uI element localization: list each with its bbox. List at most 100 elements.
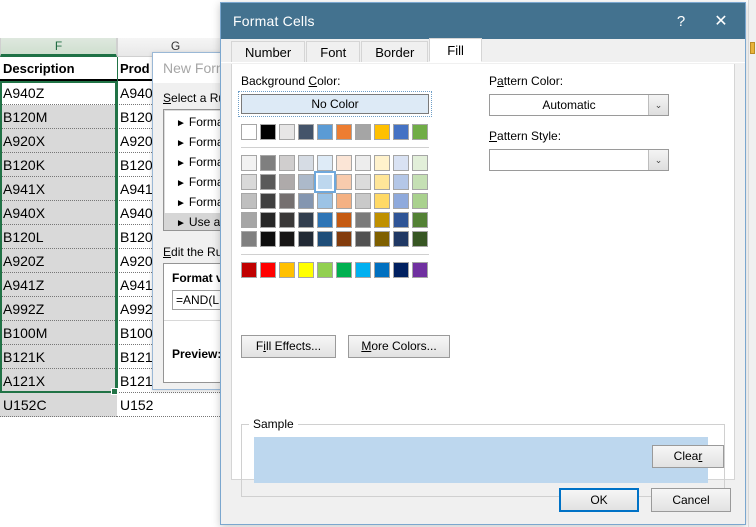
table-row[interactable]: A941Z xyxy=(0,273,117,297)
color-swatch[interactable] xyxy=(393,231,409,247)
color-swatch[interactable] xyxy=(241,193,257,209)
tab-font[interactable]: Font xyxy=(306,41,361,62)
color-swatch[interactable] xyxy=(241,174,257,190)
color-swatch[interactable] xyxy=(279,231,295,247)
color-swatch[interactable] xyxy=(260,193,276,209)
color-swatch[interactable] xyxy=(336,193,352,209)
table-row[interactable]: B120M xyxy=(0,105,117,129)
clear-button[interactable]: Clear xyxy=(652,445,724,468)
color-swatch[interactable] xyxy=(412,212,428,228)
color-swatch[interactable] xyxy=(374,212,390,228)
color-swatch[interactable] xyxy=(393,174,409,190)
table-row[interactable]: A992Z xyxy=(0,297,117,321)
color-swatch[interactable] xyxy=(355,262,371,278)
table-row[interactable]: B121K xyxy=(0,345,117,369)
color-swatch[interactable] xyxy=(393,155,409,171)
table-row[interactable]: U152C xyxy=(0,393,117,417)
color-swatch[interactable] xyxy=(279,262,295,278)
color-swatch[interactable] xyxy=(317,212,333,228)
color-swatch[interactable] xyxy=(298,212,314,228)
color-swatch[interactable] xyxy=(393,262,409,278)
color-swatch[interactable] xyxy=(279,212,295,228)
color-swatch[interactable] xyxy=(412,174,428,190)
color-swatch[interactable] xyxy=(241,231,257,247)
color-swatch[interactable] xyxy=(260,212,276,228)
color-swatch[interactable] xyxy=(298,155,314,171)
color-swatch[interactable] xyxy=(260,155,276,171)
color-swatch[interactable] xyxy=(260,231,276,247)
color-swatch[interactable] xyxy=(298,193,314,209)
color-swatch[interactable] xyxy=(355,231,371,247)
table-row[interactable]: U152 xyxy=(117,393,234,417)
color-swatch[interactable] xyxy=(336,124,352,140)
color-swatch[interactable] xyxy=(393,124,409,140)
color-swatch[interactable] xyxy=(355,155,371,171)
color-swatch[interactable] xyxy=(279,155,295,171)
color-swatch[interactable] xyxy=(317,124,333,140)
color-swatch[interactable] xyxy=(336,231,352,247)
color-swatch[interactable] xyxy=(298,124,314,140)
color-swatch[interactable] xyxy=(374,174,390,190)
color-swatch[interactable] xyxy=(317,193,333,209)
format-cells-dialog[interactable]: Format Cells ? ✕ Number Font Border Fill… xyxy=(220,2,746,525)
color-swatch[interactable] xyxy=(374,231,390,247)
cell-f-header[interactable]: Description xyxy=(0,57,117,81)
cancel-button[interactable]: Cancel xyxy=(651,488,731,512)
chevron-down-icon[interactable]: ⌄ xyxy=(648,95,668,115)
tab-fill[interactable]: Fill xyxy=(429,38,482,62)
color-swatch[interactable] xyxy=(317,231,333,247)
more-colors-button[interactable]: More Colors... xyxy=(348,335,450,358)
table-row[interactable]: A920X xyxy=(0,129,117,153)
table-row[interactable]: B120K xyxy=(0,153,117,177)
color-swatch[interactable] xyxy=(355,174,371,190)
color-swatch[interactable] xyxy=(336,262,352,278)
color-swatch[interactable] xyxy=(260,262,276,278)
color-swatch[interactable] xyxy=(298,262,314,278)
color-swatch[interactable] xyxy=(298,231,314,247)
color-swatch[interactable] xyxy=(279,174,295,190)
no-color-button[interactable]: No Color xyxy=(238,91,432,117)
color-swatch[interactable] xyxy=(336,212,352,228)
fill-effects-button[interactable]: Fill Effects... xyxy=(241,335,336,358)
color-swatch[interactable] xyxy=(374,124,390,140)
color-swatch[interactable] xyxy=(298,174,314,190)
color-swatch[interactable] xyxy=(260,124,276,140)
chevron-down-icon[interactable]: ⌄ xyxy=(648,150,668,170)
color-swatch[interactable] xyxy=(412,124,428,140)
color-swatch-selected[interactable] xyxy=(314,171,336,193)
color-swatch[interactable] xyxy=(260,174,276,190)
color-swatch[interactable] xyxy=(412,262,428,278)
color-swatch[interactable] xyxy=(374,155,390,171)
color-swatch[interactable] xyxy=(241,155,257,171)
ok-button[interactable]: OK xyxy=(559,488,639,512)
tab-number[interactable]: Number xyxy=(231,41,306,62)
table-row[interactable]: A940Z xyxy=(0,81,117,105)
table-row[interactable]: A941X xyxy=(0,177,117,201)
color-swatch[interactable] xyxy=(393,193,409,209)
table-row[interactable]: A121X xyxy=(0,369,117,393)
help-icon[interactable]: ? xyxy=(661,5,701,37)
color-swatch[interactable] xyxy=(412,193,428,209)
color-swatch[interactable] xyxy=(355,193,371,209)
table-row[interactable]: B120L xyxy=(0,225,117,249)
color-swatch[interactable] xyxy=(336,155,352,171)
color-swatch[interactable] xyxy=(336,174,352,190)
color-swatch[interactable] xyxy=(317,155,333,171)
color-swatch[interactable] xyxy=(412,231,428,247)
color-swatch[interactable] xyxy=(241,212,257,228)
color-swatch[interactable] xyxy=(279,193,295,209)
color-swatch[interactable] xyxy=(374,262,390,278)
fill-handle[interactable] xyxy=(111,388,118,395)
pattern-style-dropdown[interactable]: ⌄ xyxy=(489,149,669,171)
table-row[interactable]: B100M xyxy=(0,321,117,345)
color-swatch[interactable] xyxy=(279,124,295,140)
color-swatch[interactable] xyxy=(241,124,257,140)
tab-border[interactable]: Border xyxy=(361,41,429,62)
color-swatch[interactable] xyxy=(355,212,371,228)
table-row[interactable]: A940X xyxy=(0,201,117,225)
color-swatch[interactable] xyxy=(393,212,409,228)
column-header-f[interactable]: F xyxy=(0,38,117,57)
color-swatch[interactable] xyxy=(374,193,390,209)
color-swatch[interactable] xyxy=(317,262,333,278)
table-row[interactable]: A920Z xyxy=(0,249,117,273)
